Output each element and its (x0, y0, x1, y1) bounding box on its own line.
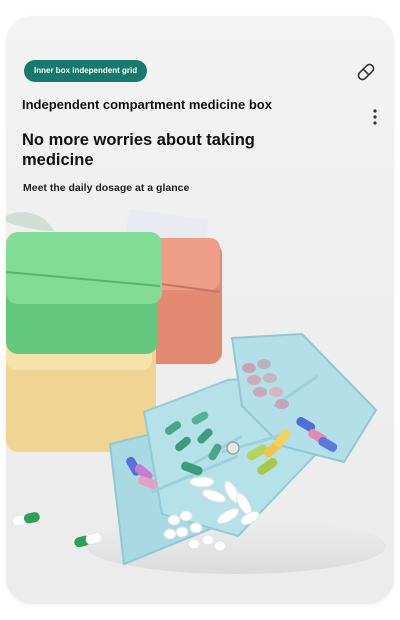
subtitle: Meet the daily dosage at a glance (23, 182, 190, 194)
green-box (6, 232, 162, 354)
loose-capsules (11, 512, 103, 548)
product-card: Inner box independent grid Independent c… (6, 16, 394, 604)
pill-icon[interactable] (354, 60, 378, 84)
product-title: Independent compartment medicine box (22, 97, 272, 112)
feature-badge: Inner box independent grid (24, 60, 148, 82)
more-vertical-icon[interactable] (368, 106, 382, 128)
headline: No more worries about taking medicine (22, 131, 255, 169)
